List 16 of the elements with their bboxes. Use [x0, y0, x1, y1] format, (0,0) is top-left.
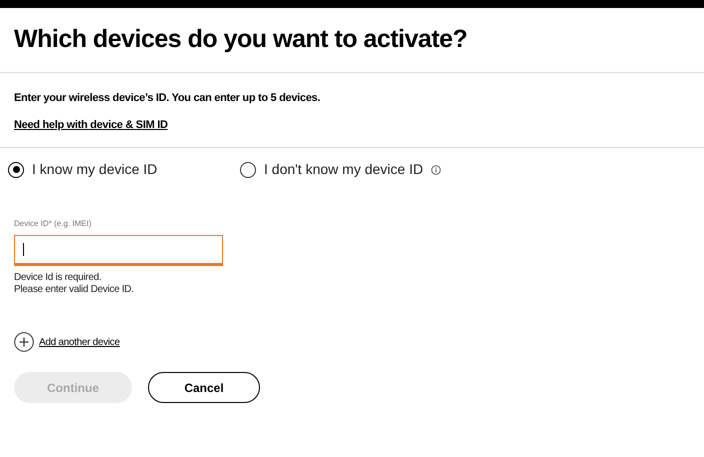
add-device-link[interactable]: Add another device	[39, 334, 120, 350]
page-title: Which devices do you want to activate?	[14, 24, 468, 56]
option-label[interactable]: I don't know my device ID	[264, 159, 424, 180]
add-icon[interactable]	[14, 332, 34, 352]
help-link[interactable]: Need help with device & SIM ID	[14, 116, 168, 133]
option-label[interactable]: I know my device ID	[32, 159, 158, 180]
field-label: Device ID* (e.g. IMEI)	[14, 218, 92, 230]
info-icon[interactable]	[431, 164, 442, 174]
cancel-button[interactable]: Cancel	[148, 372, 260, 403]
radio-button[interactable]	[240, 162, 256, 178]
error-message: Device Id is required.	[14, 272, 102, 284]
instruction-text: Enter your wireless device’s ID. You can enter up to 5 devices.	[14, 91, 320, 106]
device-id-field[interactable]	[14, 235, 223, 266]
error-message: Please enter valid Device ID.	[14, 284, 134, 296]
text-cursor	[23, 243, 24, 256]
radio-button[interactable]	[8, 162, 24, 178]
